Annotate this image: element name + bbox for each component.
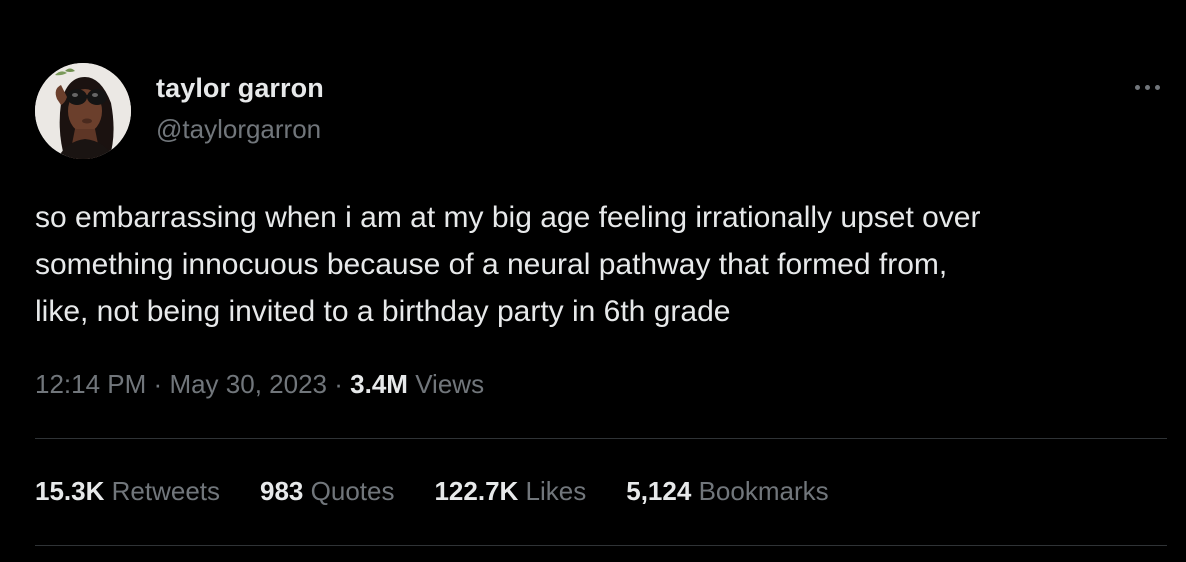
bookmarks-count: 5,124 (626, 476, 692, 506)
likes-stat[interactable]: 122.7K Likes (434, 476, 586, 507)
retweets-label: Retweets (111, 476, 221, 506)
tweet-text-line: something innocuous because of a neural … (35, 248, 948, 281)
divider (35, 438, 1167, 439)
meta-separator: · (334, 369, 343, 399)
tweet-time[interactable]: 12:14 PM (35, 369, 146, 399)
tweet-date[interactable]: May 30, 2023 (169, 369, 327, 399)
bookmarks-stat[interactable]: 5,124 Bookmarks (626, 476, 828, 507)
profile-photo (35, 63, 131, 159)
more-horizontal-icon[interactable] (1126, 76, 1168, 98)
bookmarks-label: Bookmarks (698, 476, 829, 506)
author-display-name[interactable]: taylor garron (156, 73, 324, 104)
quotes-label: Quotes (310, 476, 395, 506)
tweet-text: so embarrassing when i am at my big age … (35, 194, 1155, 335)
engagement-stats: 15.3K Retweets 983 Quotes 122.7K Likes 5… (35, 476, 869, 507)
quotes-count: 983 (260, 476, 304, 506)
tweet-text-line: like, not being invited to a birthday pa… (35, 295, 731, 328)
tweet-text-line: so embarrassing when i am at my big age … (35, 201, 981, 234)
views-count: 3.4M (350, 369, 408, 399)
views-label: Views (415, 369, 485, 399)
retweets-count: 15.3K (35, 476, 105, 506)
avatar[interactable] (35, 63, 131, 159)
more-dot (1144, 84, 1150, 90)
likes-count: 122.7K (434, 476, 519, 506)
author-handle[interactable]: @taylorgarron (156, 114, 321, 145)
tweet-meta: 12:14 PM · May 30, 2023 · 3.4M Views (35, 369, 484, 400)
divider (35, 545, 1167, 546)
more-dot (1154, 84, 1160, 90)
more-dot (1134, 84, 1140, 90)
likes-label: Likes (525, 476, 587, 506)
retweets-stat[interactable]: 15.3K Retweets (35, 476, 220, 507)
meta-separator: · (153, 369, 163, 399)
quotes-stat[interactable]: 983 Quotes (260, 476, 394, 507)
